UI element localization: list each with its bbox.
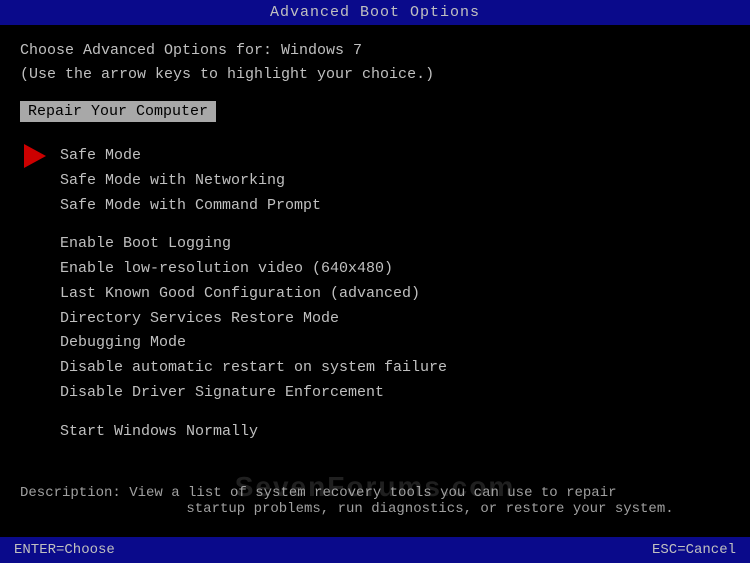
intro-section: Choose Advanced Options for: Windows 7 (… [20,39,730,87]
menu-item-debugging[interactable]: Debugging Mode [60,331,730,356]
description-line1: Description: View a list of system recov… [20,485,730,501]
intro-line2: (Use the arrow keys to highlight your ch… [20,63,730,87]
safe-mode-command-label: Safe Mode with Command Prompt [60,197,321,214]
safe-mode-group: Safe Mode Safe Mode with Networking Safe… [20,144,730,218]
repair-computer-label[interactable]: Repair Your Computer [20,101,216,122]
menu-item-safe-mode-command[interactable]: Safe Mode with Command Prompt [60,194,730,219]
menu-item-disable-restart[interactable]: Disable automatic restart on system fail… [60,356,730,381]
menu-item-last-known-good[interactable]: Last Known Good Configuration (advanced) [60,282,730,307]
main-content: Choose Advanced Options for: Windows 7 (… [0,25,750,468]
advanced-options-group: Enable Boot Logging Enable low-resolutio… [20,232,730,405]
safe-mode-networking-label: Safe Mode with Networking [60,172,285,189]
menu-item-directory-services[interactable]: Directory Services Restore Mode [60,307,730,332]
enter-choose-label: ENTER=Choose [14,542,115,558]
safe-mode-label: Safe Mode [60,147,141,164]
menu-item-start-normally[interactable]: Start Windows Normally [60,420,730,445]
menu-item-boot-logging[interactable]: Enable Boot Logging [60,232,730,257]
intro-line1: Choose Advanced Options for: Windows 7 [20,39,730,63]
esc-cancel-label: ESC=Cancel [652,542,736,558]
menu-item-safe-mode[interactable]: Safe Mode [60,144,730,169]
description-area: Description: View a list of system recov… [0,477,750,525]
menu-item-disable-driver[interactable]: Disable Driver Signature Enforcement [60,381,730,406]
highlighted-item[interactable]: Repair Your Computer [20,101,730,134]
menu-item-low-res[interactable]: Enable low-resolution video (640x480) [60,257,730,282]
title-text: Advanced Boot Options [270,4,480,21]
title-bar: Advanced Boot Options [0,0,750,25]
menu-item-safe-mode-networking[interactable]: Safe Mode with Networking [60,169,730,194]
description-line2: startup problems, run diagnostics, or re… [20,501,730,517]
start-normally-group: Start Windows Normally [20,420,730,445]
bottom-bar: ENTER=Choose ESC=Cancel [0,537,750,563]
selection-arrow-icon [24,144,46,168]
